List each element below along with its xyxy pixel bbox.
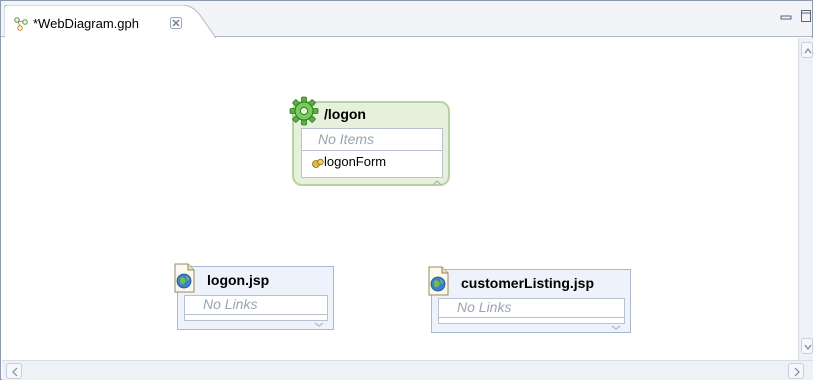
scroll-up-arrow-icon[interactable] [801, 42, 813, 58]
scroll-down-arrow-icon[interactable] [801, 338, 813, 354]
editor-tab-bar: *WebDiagram.gph [1, 1, 812, 38]
jsp-page-icon [173, 263, 197, 293]
page-title: logon.jsp [207, 272, 270, 288]
links-placeholder: No Links [185, 296, 327, 315]
scroll-left-arrow-icon[interactable] [6, 363, 22, 379]
chevron-up-icon[interactable] [432, 173, 442, 186]
action-items-placeholder: No Items [302, 129, 442, 151]
tab-title: *WebDiagram.gph [33, 16, 139, 31]
editor-window: *WebDiagram.gph /logon No Items logonFor… [0, 0, 813, 380]
tab-web-diagram[interactable]: *WebDiagram.gph [4, 5, 218, 38]
page-node-customer-listing-jsp[interactable]: customerListing.jsp No Links [428, 266, 631, 333]
close-icon[interactable] [169, 16, 183, 30]
vertical-scrollbar[interactable] [798, 38, 813, 360]
chevron-down-icon[interactable] [314, 314, 324, 327]
page-links-list: No Links [184, 295, 328, 327]
action-items-list: No Items logonForm [301, 128, 443, 186]
action-title: /logon [324, 106, 366, 122]
maximize-icon[interactable] [800, 9, 812, 23]
minimize-icon[interactable] [780, 10, 792, 20]
diagram-canvas[interactable] [2, 38, 797, 360]
links-placeholder: No Links [439, 299, 624, 318]
page-node-logon-jsp[interactable]: logon.jsp No Links [174, 263, 334, 330]
horizontal-scrollbar[interactable] [2, 360, 813, 380]
page-title: customerListing.jsp [461, 275, 595, 291]
gear-icon [288, 95, 320, 127]
jsp-page-icon [427, 266, 451, 296]
form-bean-icon [312, 157, 324, 169]
web-diagram-icon [14, 17, 30, 31]
page-links-list: No Links [438, 298, 625, 330]
action-node-logon[interactable]: /logon No Items logonForm [289, 96, 450, 186]
chevron-down-icon[interactable] [611, 317, 621, 330]
scroll-right-arrow-icon[interactable] [788, 363, 804, 379]
